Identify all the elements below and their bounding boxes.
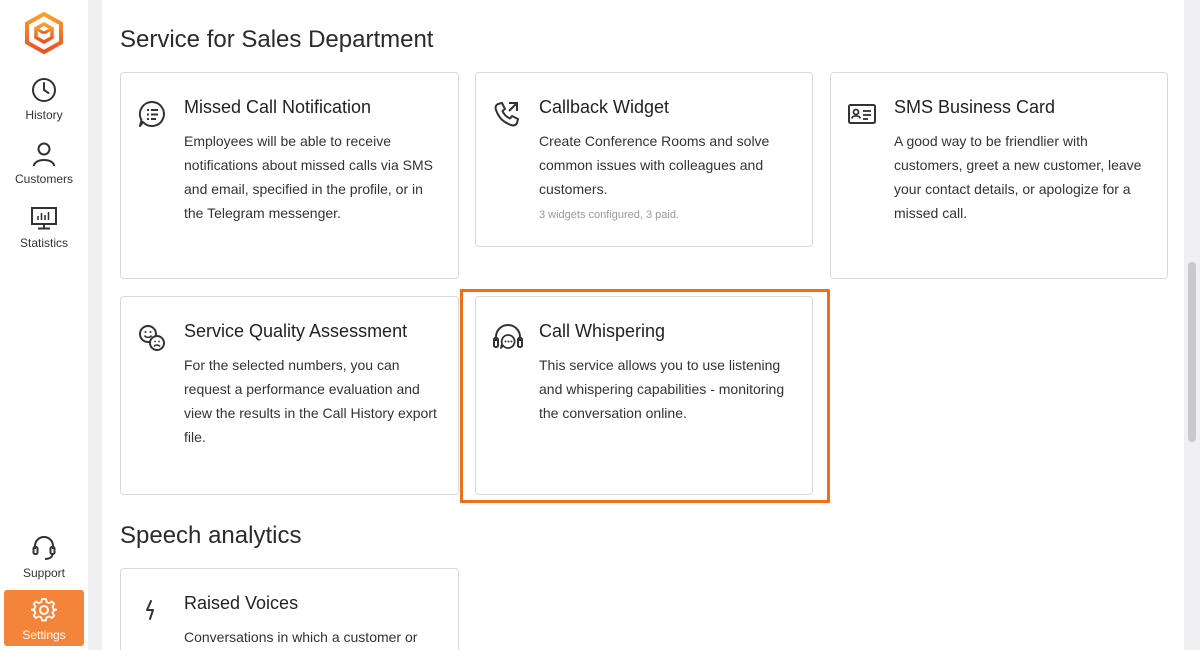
section-title-sales: Service for Sales Department	[120, 26, 434, 53]
nav-item-label: Support	[22, 566, 66, 580]
id-card-icon	[847, 99, 877, 129]
scrollbar-thumb[interactable]	[1188, 262, 1196, 442]
headset-icon	[30, 534, 58, 562]
chat-lines-icon	[137, 99, 167, 129]
nav-item-statistics[interactable]: Statistics	[0, 200, 88, 262]
nav-item-label: History	[25, 108, 63, 122]
nav-item-support[interactable]: Support	[0, 530, 88, 592]
lightning-icon	[137, 595, 167, 625]
card-description: Employees will be able to receive notifi…	[184, 133, 433, 221]
nav-item-label: Statistics	[19, 236, 68, 250]
card-title: Callback Widget	[539, 97, 670, 117]
section-title-speech: Speech analytics	[120, 522, 302, 549]
nav-item-history[interactable]: History	[0, 72, 88, 134]
card-raised-voices[interactable]: Raised Voices Conversations in which a c…	[120, 568, 459, 650]
cube-logo-icon[interactable]	[24, 12, 64, 54]
scrollbar[interactable]	[1184, 0, 1200, 650]
card-title: SMS Business Card	[894, 97, 1056, 117]
card-title: Service Quality Assessment	[184, 321, 408, 341]
card-missed-call-notification[interactable]: Missed Call Notification Employees will …	[120, 72, 459, 279]
sidebar: History Customers Statistics Support Set…	[0, 0, 88, 650]
card-description: Conversations in which a customer or	[184, 629, 418, 645]
nav-item-customers[interactable]: Customers	[0, 136, 88, 198]
phone-callback-icon	[492, 99, 522, 129]
person-icon	[30, 140, 58, 168]
card-description: For the selected numbers, you can reques…	[184, 357, 437, 445]
card-service-quality-assessment[interactable]: Service Quality Assessment For the selec…	[120, 296, 459, 495]
card-description: This service allows you to use listening…	[539, 357, 785, 421]
card-description: A good way to be friendlier with custome…	[894, 133, 1142, 221]
card-note: 3 widgets configured, 3 paid.	[539, 209, 680, 221]
monitor-chart-icon	[30, 204, 58, 232]
headphones-chat-icon	[492, 323, 523, 353]
card-title: Raised Voices	[184, 593, 299, 613]
card-title: Missed Call Notification	[184, 97, 372, 117]
nav-item-label: Customers	[14, 172, 73, 186]
card-title: Call Whispering	[539, 321, 666, 341]
card-call-whispering[interactable]: Call Whispering This service allows you …	[475, 296, 813, 495]
clock-icon	[30, 76, 58, 104]
card-description: Create Conference Rooms and solve common…	[539, 133, 770, 197]
card-callback-widget[interactable]: Callback Widget Create Conference Rooms …	[475, 72, 813, 247]
gear-icon	[30, 596, 58, 624]
nav-item-settings[interactable]: Settings	[4, 590, 84, 646]
gutter	[88, 0, 102, 650]
smiley-faces-icon	[137, 323, 167, 353]
nav-item-label: Settings	[22, 628, 66, 642]
card-sms-business-card[interactable]: SMS Business Card A good way to be frien…	[830, 72, 1168, 279]
